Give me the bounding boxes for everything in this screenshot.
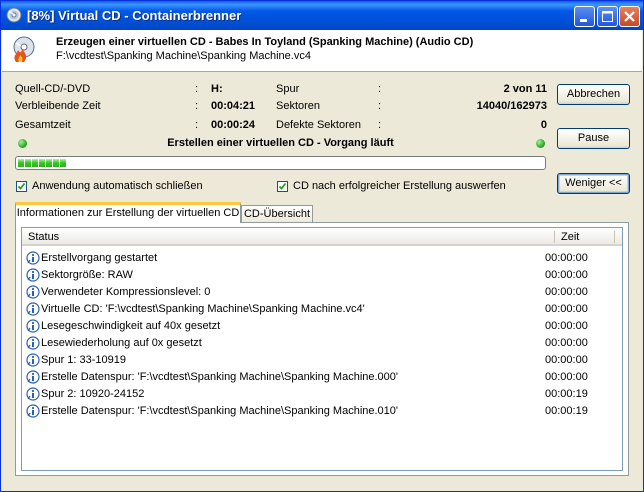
source-value: H: — [211, 83, 223, 95]
tab-cd-overview[interactable]: CD-Übersicht — [241, 205, 313, 223]
remaining-label: Verbleibende Zeit — [15, 100, 101, 112]
tab-info[interactable]: Informationen zur Erstellung der virtuel… — [15, 202, 241, 223]
minimize-button[interactable] — [574, 6, 595, 27]
maximize-icon — [602, 11, 613, 22]
source-label: Quell-CD/-DVD — [15, 83, 91, 95]
status-led-right — [536, 139, 545, 148]
info-icon — [26, 302, 40, 316]
log-message: Lesewiederholung auf 0x gesetzt — [41, 337, 202, 349]
track-colon: : — [378, 83, 382, 95]
log-message: Spur 1: 33-10919 — [41, 354, 127, 366]
log-time: 00:00:00 — [545, 337, 588, 349]
log-row[interactable]: Erstelle Datenspur: 'F:\vcdtest\Spanking… — [22, 403, 622, 420]
log-message: Virtuelle CD: 'F:\vcdtest\Spanking Machi… — [41, 303, 365, 315]
header-title: Erzeugen einer virtuellen CD - Babes In … — [56, 36, 474, 48]
column-time[interactable]: Zeit — [556, 228, 622, 246]
log-row[interactable]: Spur 1: 33-10919 00:00:00 — [22, 352, 622, 369]
track-label: Spur — [276, 83, 300, 95]
log-row[interactable]: Erstelle Datenspur: 'F:\vcdtest\Spanking… — [22, 369, 622, 386]
window-title: [8%] Virtual CD - Containerbrenner — [27, 8, 242, 23]
cancel-button[interactable]: Abbrechen — [557, 84, 630, 105]
progress-segment — [39, 159, 45, 167]
info-icon — [26, 387, 40, 401]
log-time: 00:00:00 — [545, 286, 588, 298]
total-colon: : — [195, 119, 199, 131]
progress-bar — [15, 156, 546, 170]
info-icon — [26, 404, 40, 418]
log-time: 00:00:00 — [545, 252, 588, 264]
log-row[interactable]: Verwendeter Kompressionslevel: 0 00:00:00 — [22, 284, 622, 301]
total-value: 00:00:24 — [211, 119, 256, 131]
cd-icon — [6, 7, 22, 23]
checkmark-icon — [17, 182, 26, 190]
remaining-value: 00:04:21 — [211, 100, 256, 112]
progress-segment — [53, 159, 59, 167]
title-bar[interactable]: [8%] Virtual CD - Containerbrenner — [1, 1, 643, 30]
log-row[interactable]: Erstellvorgang gestartet 00:00:00 — [22, 250, 622, 267]
info-icon — [26, 251, 40, 265]
progress-segment — [25, 159, 31, 167]
log-message: Verwendeter Kompressionslevel: 0 — [41, 286, 211, 298]
info-icon — [26, 353, 40, 367]
checkmark-icon — [278, 182, 287, 190]
log-row[interactable]: Virtuelle CD: 'F:\vcdtest\Spanking Machi… — [22, 301, 622, 318]
tab-panel: Status Zeit Erstellvorgang gestartet 00:0… — [15, 222, 629, 476]
log-message: Spur 2: 10920-24152 — [41, 388, 145, 400]
close-icon — [624, 11, 635, 22]
log-time: 00:00:00 — [545, 320, 588, 332]
info-icon — [26, 268, 40, 282]
source-colon: : — [195, 83, 199, 95]
log-time: 00:00:00 — [545, 269, 588, 281]
column-separator — [614, 231, 615, 243]
progress-segment — [32, 159, 38, 167]
progress-segment — [60, 159, 66, 167]
log-message: Lesegeschwindigkeit auf 40x gesetzt — [41, 320, 221, 332]
bad-sectors-label: Defekte Sektoren — [276, 119, 361, 131]
eject-label[interactable]: CD nach erfolgreicher Erstellung auswerf… — [293, 180, 506, 192]
log-row[interactable]: Lesegeschwindigkeit auf 40x gesetzt 00:00… — [22, 318, 622, 335]
sectors-value: 14040/162973 — [476, 100, 547, 112]
info-icon — [26, 319, 40, 333]
header-path: F:\vcdtest\Spanking Machine\Spanking Mac… — [56, 50, 311, 62]
sectors-colon: : — [378, 100, 382, 112]
log-list[interactable]: Status Zeit Erstellvorgang gestartet 00:0… — [21, 227, 623, 471]
pause-button[interactable]: Pause — [557, 128, 630, 149]
info-icon — [26, 285, 40, 299]
progress-segment — [18, 159, 24, 167]
remaining-colon: : — [195, 100, 199, 112]
progress-segment — [46, 159, 52, 167]
column-separator — [554, 231, 555, 243]
minimize-icon — [580, 19, 587, 22]
close-button[interactable] — [619, 6, 640, 27]
log-row[interactable]: Lesewiederholung auf 0x gesetzt 00:00:00 — [22, 335, 622, 352]
info-icon — [26, 370, 40, 384]
log-message: Erstellvorgang gestartet — [41, 252, 158, 264]
auto-close-checkbox[interactable] — [16, 181, 27, 192]
column-status[interactable]: Status — [22, 228, 556, 246]
log-row[interactable]: Sektorgröße: RAW 00:00:00 — [22, 267, 622, 284]
log-row[interactable]: Spur 2: 10920-24152 00:00:19 — [22, 386, 622, 403]
log-time: 00:00:00 — [545, 354, 588, 366]
log-time: 00:00:00 — [545, 371, 588, 383]
sectors-label: Sektoren — [276, 100, 321, 112]
header-panel: Erzeugen einer virtuellen CD - Babes In … — [2, 30, 642, 72]
burn-cd-icon — [13, 36, 35, 62]
log-message: Erstelle Datenspur: 'F:\vcdtest\Spanking… — [41, 371, 399, 383]
info-icon — [26, 336, 40, 350]
eject-checkbox[interactable] — [277, 181, 288, 192]
auto-close-label[interactable]: Anwendung automatisch schließen — [32, 180, 203, 192]
less-button[interactable]: Weniger << — [557, 173, 630, 194]
main-window: [8%] Virtual CD - Containerbrenner Erzeu… — [0, 0, 644, 492]
log-time: 00:00:19 — [545, 388, 588, 400]
status-text: Erstellen einer virtuellen CD - Vorgang … — [167, 137, 394, 149]
log-message: Erstelle Datenspur: 'F:\vcdtest\Spanking… — [41, 405, 399, 417]
log-time: 00:00:00 — [545, 303, 588, 315]
bad-sectors-value: 0 — [540, 119, 547, 131]
total-label: Gesamtzeit — [15, 119, 71, 131]
track-value: 2 von 11 — [503, 83, 547, 95]
maximize-button[interactable] — [597, 6, 618, 27]
log-time: 00:00:19 — [545, 405, 588, 417]
bad-sectors-colon: : — [378, 119, 382, 131]
log-message: Sektorgröße: RAW — [41, 269, 133, 281]
